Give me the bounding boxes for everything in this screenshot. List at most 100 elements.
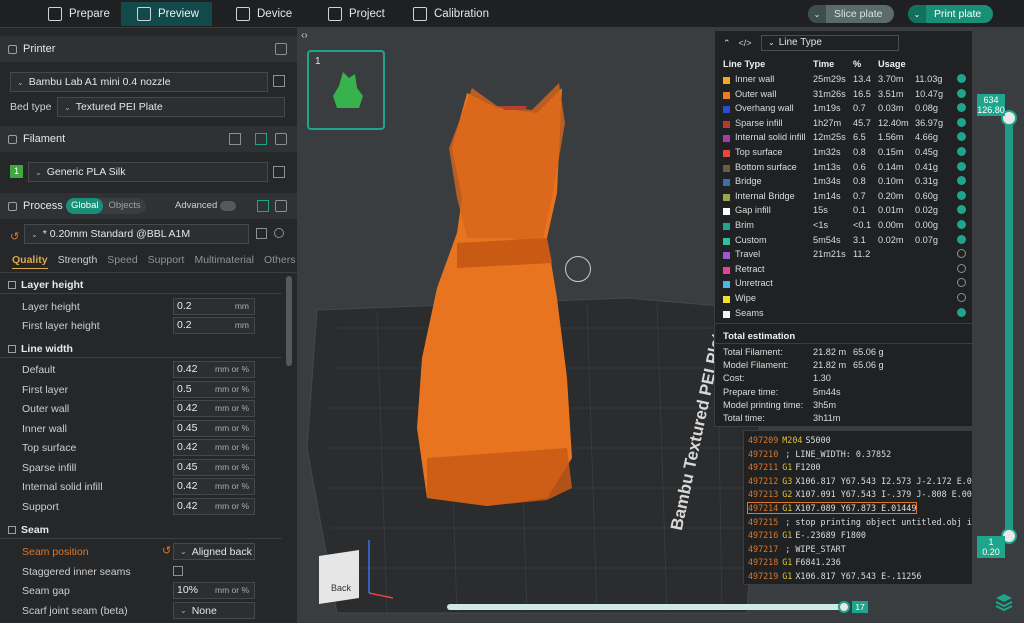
tab-device[interactable]: Device: [226, 2, 302, 26]
tab-preview[interactable]: Preview: [121, 2, 212, 26]
process-preset-select[interactable]: ⌄ * 0.20mm Standard @BBL A1M: [24, 224, 249, 244]
line-width-input[interactable]: 0.42 mm or %: [173, 439, 255, 456]
legend-row[interactable]: Internal Bridge 1m14s 0.7 0.20m 0.60g: [723, 190, 966, 205]
visibility-eye-icon[interactable]: [957, 249, 966, 259]
visibility-eye-icon[interactable]: [957, 74, 966, 83]
legend-row[interactable]: Unretract: [723, 278, 966, 292]
legend-row[interactable]: Travel 21m21s 11.2: [723, 249, 966, 263]
line-width-input[interactable]: 0.45 mm or %: [173, 420, 255, 437]
legend-row[interactable]: Bottom surface 1m13s 0.6 0.14m 0.41g: [723, 161, 966, 176]
legend-row[interactable]: Inner wall 25m29s 13.4 3.70m 11.03g: [723, 74, 966, 88]
legend-row[interactable]: Internal solid infill 12m25s 6.5 1.56m 4.66g: [723, 132, 966, 146]
seam-position-select[interactable]: ⌄ Aligned back: [173, 543, 255, 560]
visibility-eye-icon[interactable]: [957, 176, 966, 186]
tab-others[interactable]: Others: [264, 254, 296, 269]
legend-row[interactable]: Custom 5m54s 3.1 0.02m 0.07g: [723, 234, 966, 249]
layer-slider-track[interactable]: [1005, 116, 1013, 536]
printer-section-header[interactable]: Printer: [0, 36, 297, 62]
printer-select[interactable]: ⌄ Bambu Lab A1 mini 0.4 nozzle: [10, 72, 268, 92]
tab-project[interactable]: Project: [318, 2, 395, 26]
code-icon[interactable]: </>: [739, 38, 752, 48]
filament-settings-icon[interactable]: [275, 133, 287, 145]
print-plate-button[interactable]: ⌄ Print plate: [908, 5, 994, 23]
plate-thumbnail[interactable]: 1: [307, 50, 385, 130]
legend-row[interactable]: Bridge 1m34s 0.8 0.10m 0.31g: [723, 176, 966, 190]
device-icon: [236, 7, 250, 21]
bed-type-select[interactable]: ⌄ Textured PEI Plate: [57, 97, 285, 117]
sync-filament-icon[interactable]: [255, 133, 267, 145]
visibility-eye-icon[interactable]: [957, 103, 966, 113]
line-width-input[interactable]: 0.5 mm or %: [173, 381, 255, 398]
collapse-icon[interactable]: ⌃: [723, 38, 731, 49]
legend-row[interactable]: Wipe: [723, 293, 966, 307]
visibility-eye-icon[interactable]: [957, 132, 966, 142]
move-slider-handle[interactable]: [838, 601, 850, 613]
visibility-eye-icon[interactable]: [957, 234, 966, 244]
filament-slot-badge[interactable]: 1: [10, 165, 23, 178]
visibility-eye-icon[interactable]: [957, 88, 966, 98]
first-layer-height-input[interactable]: 0.2 mm: [173, 317, 255, 334]
layer-height-input[interactable]: 0.2 mm: [173, 298, 255, 315]
scarf-joint-select[interactable]: ⌄ None: [173, 602, 255, 619]
reset-icon[interactable]: ↺: [162, 544, 171, 557]
tab-multimaterial[interactable]: Multimaterial: [194, 254, 254, 269]
legend-row[interactable]: Top surface 1m32s 0.8 0.15m 0.45g: [723, 147, 966, 161]
tab-support[interactable]: Support: [148, 254, 185, 269]
save-preset-icon[interactable]: [256, 228, 267, 239]
staggered-seams-checkbox[interactable]: [173, 566, 183, 576]
visibility-eye-icon[interactable]: [957, 190, 966, 200]
reset-icon[interactable]: ↺: [10, 230, 19, 243]
legend-row[interactable]: Sparse infill 1h27m 45.7 12.40m 36.97g: [723, 117, 966, 132]
legend-row[interactable]: Brim <1s <0.1 0.00m 0.00g: [723, 220, 966, 234]
toggle-objects[interactable]: Objects: [103, 198, 145, 214]
line-width-input[interactable]: 0.42 mm or %: [173, 478, 255, 495]
line-width-input[interactable]: 0.45 mm or %: [173, 459, 255, 476]
legend-row[interactable]: Retract: [723, 263, 966, 278]
printer-settings-icon[interactable]: [275, 43, 287, 55]
visibility-eye-icon[interactable]: [957, 161, 966, 171]
move-slider-track[interactable]: [447, 604, 847, 610]
edit-printer-icon[interactable]: [273, 75, 285, 87]
visibility-eye-icon[interactable]: [957, 278, 966, 288]
visibility-eye-icon[interactable]: [957, 307, 966, 317]
global-objects-toggle[interactable]: Global Objects: [66, 198, 146, 214]
visibility-eye-icon[interactable]: [957, 220, 966, 229]
line-width-input[interactable]: 0.42 mm or %: [173, 361, 255, 378]
sidebar-scrollbar[interactable]: [286, 276, 292, 366]
view-type-select[interactable]: ⌄ Line Type: [761, 35, 899, 51]
filament-section-header[interactable]: Filament: [0, 126, 297, 152]
add-filament-icon[interactable]: [229, 133, 241, 145]
legend-row[interactable]: Overhang wall 1m19s 0.7 0.03m 0.08g: [723, 103, 966, 117]
slice-plate-button[interactable]: ⌄ Slice plate: [808, 5, 895, 23]
legend-row[interactable]: Outer wall 31m26s 16.5 3.51m 10.47g: [723, 88, 966, 103]
gcode-viewer[interactable]: 497209 M204 S5000 497210 ; LINE_WIDTH: 0.378…: [743, 430, 973, 585]
visibility-eye-icon[interactable]: [957, 293, 966, 302]
legend-row[interactable]: Gap infill 15s 0.1 0.01m 0.02g: [723, 205, 966, 219]
tab-quality[interactable]: Quality: [12, 254, 48, 269]
line-width-input[interactable]: 0.42 mm or %: [173, 400, 255, 417]
filament-select[interactable]: ⌄ Generic PLA Silk: [28, 162, 268, 182]
visibility-eye-icon[interactable]: [957, 205, 966, 215]
tab-speed[interactable]: Speed: [107, 254, 137, 269]
advanced-toggle[interactable]: [220, 201, 236, 211]
visibility-eye-icon[interactable]: [957, 117, 966, 127]
search-icon[interactable]: [274, 228, 284, 238]
edit-filament-icon[interactable]: [273, 166, 285, 178]
print-dropdown-chevron-icon[interactable]: ⌄: [908, 5, 926, 23]
toggle-global[interactable]: Global: [66, 198, 104, 214]
line-type-name: Outer wall: [735, 88, 777, 99]
tab-prepare[interactable]: Prepare: [38, 2, 120, 26]
line-width-input[interactable]: 0.42 mm or %: [173, 498, 255, 515]
tab-strength[interactable]: Strength: [58, 254, 98, 269]
process-settings-icon[interactable]: [275, 200, 287, 212]
color-swatch: [723, 135, 730, 143]
legend-row[interactable]: Seams: [723, 307, 966, 322]
visibility-eye-icon[interactable]: [957, 147, 966, 156]
tab-calibration[interactable]: Calibration: [403, 2, 499, 26]
slice-dropdown-chevron-icon[interactable]: ⌄: [808, 5, 826, 23]
seam-gap-input[interactable]: 10% mm or %: [173, 582, 255, 599]
layers-icon[interactable]: [994, 592, 1014, 612]
total-row: Total Filament: 21.82 m 65.06 g: [723, 347, 884, 357]
visibility-eye-icon[interactable]: [957, 263, 966, 273]
save-process-icon[interactable]: [257, 200, 269, 212]
